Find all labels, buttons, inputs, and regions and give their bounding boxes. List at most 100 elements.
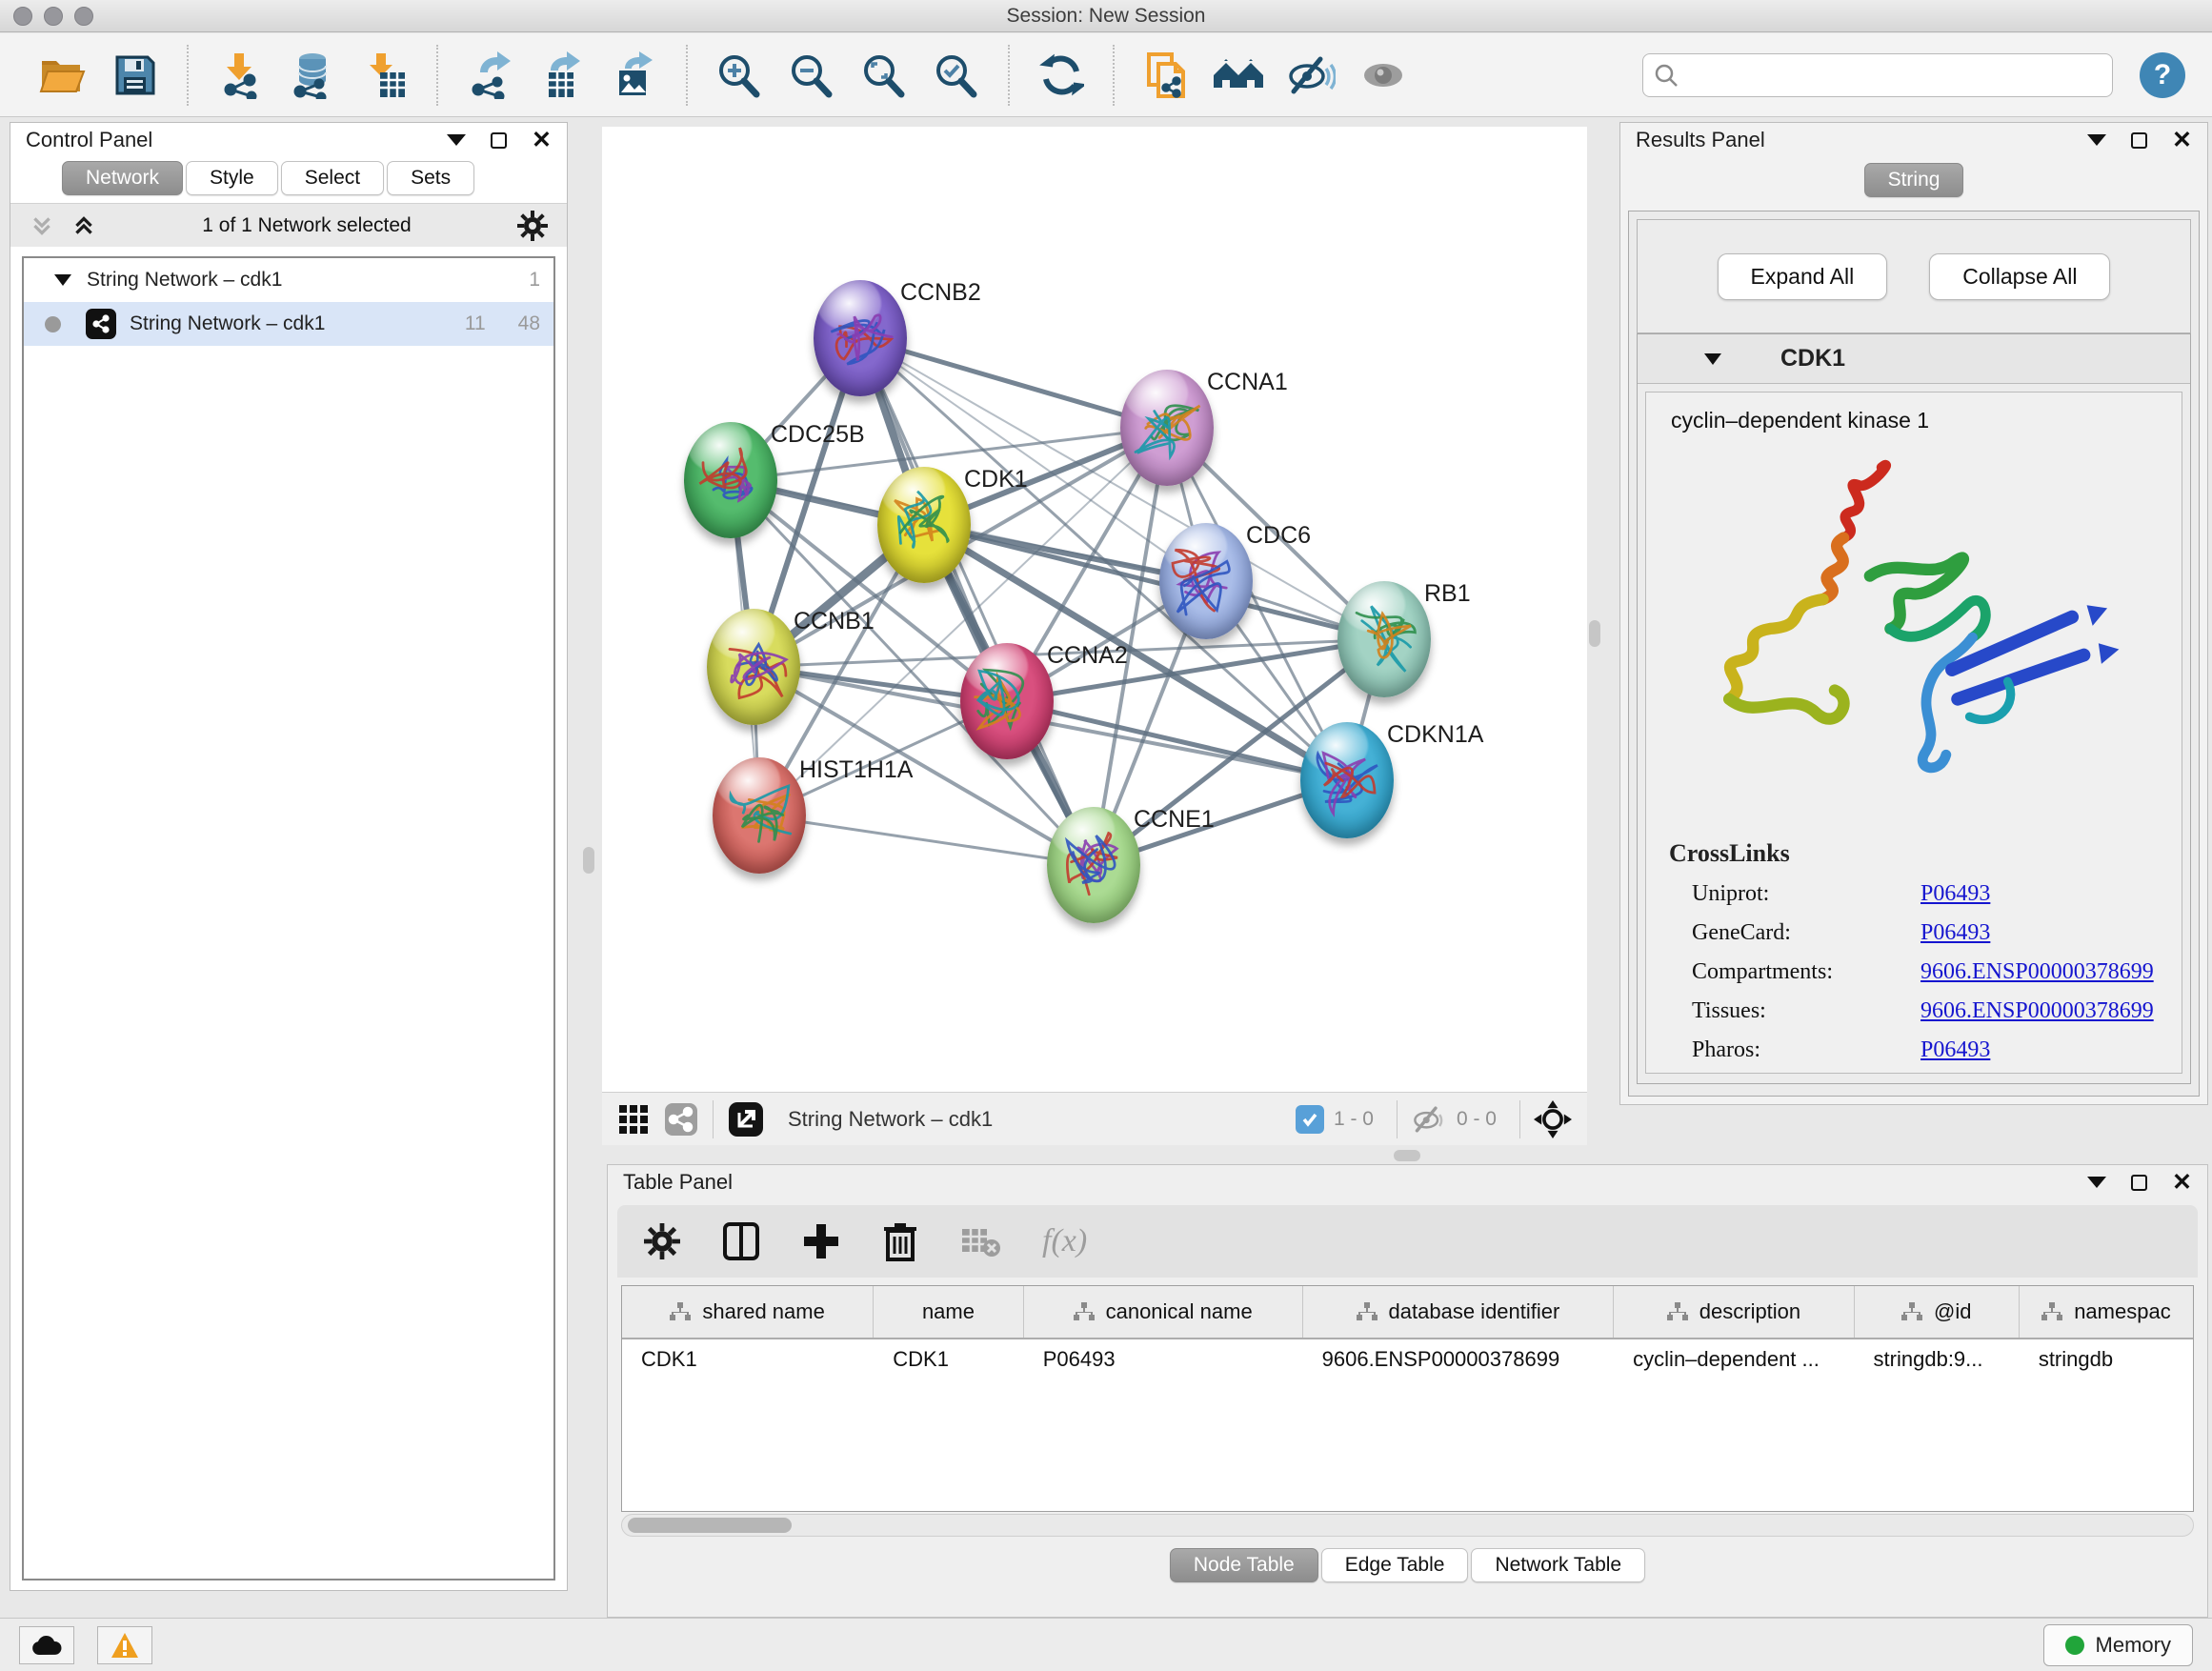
clone-network-icon[interactable] <box>1139 49 1193 102</box>
network-node-CDKN1A[interactable] <box>1300 722 1394 838</box>
function-builder-icon[interactable]: f(x) <box>1042 1223 1087 1259</box>
crosslink-link[interactable]: P06493 <box>1920 881 1990 907</box>
collapse-all-button[interactable]: Collapse All <box>1929 253 2110 300</box>
cell-canonical-name[interactable]: P06493 <box>1024 1339 1303 1381</box>
import-table-icon[interactable] <box>358 49 412 102</box>
hidden-eye-icon[interactable] <box>1411 1104 1447 1135</box>
network-node-HIST1H1A[interactable] <box>713 757 806 874</box>
column-header[interactable]: shared name <box>622 1286 874 1338</box>
show-hidden-icon[interactable] <box>1357 49 1410 102</box>
network-node-CCNA2[interactable] <box>960 643 1054 759</box>
export-table-icon[interactable] <box>535 49 589 102</box>
node-table[interactable]: shared name name canonical name database… <box>621 1285 2194 1512</box>
collapse-all-icon[interactable] <box>30 213 54 238</box>
crosslink-link[interactable]: P06493 <box>1920 1037 1990 1063</box>
zoom-selected-icon[interactable] <box>930 49 983 102</box>
tab-string[interactable]: String <box>1864 163 1964 197</box>
expand-all-button[interactable]: Expand All <box>1718 253 1888 300</box>
save-session-icon[interactable] <box>109 49 162 102</box>
float-panel-icon[interactable] <box>2131 132 2147 149</box>
network-collection-row[interactable]: String Network – cdk1 1 <box>24 258 553 302</box>
tab-edge-table[interactable]: Edge Table <box>1321 1548 1469 1582</box>
open-session-icon[interactable] <box>36 49 90 102</box>
export-image-icon[interactable] <box>608 49 661 102</box>
splitter-handle[interactable] <box>583 847 594 874</box>
help-button[interactable]: ? <box>2140 52 2185 98</box>
disclosure-triangle-icon[interactable] <box>1704 353 1721 365</box>
close-panel-icon[interactable]: ✕ <box>532 131 552 150</box>
network-node-CCNB2[interactable] <box>814 280 907 396</box>
import-network-from-database-icon[interactable] <box>286 49 339 102</box>
hide-selected-icon[interactable] <box>1284 49 1337 102</box>
tab-node-table[interactable]: Node Table <box>1170 1548 1318 1582</box>
cell-id[interactable]: stringdb:9... <box>1855 1339 2020 1381</box>
delete-table-icon[interactable] <box>960 1225 1000 1258</box>
panel-menu-icon[interactable] <box>447 134 466 146</box>
crosslink-link[interactable]: P06493 <box>1920 920 1990 946</box>
network-list-icon[interactable] <box>663 1101 699 1137</box>
column-header[interactable]: description <box>1614 1286 1854 1338</box>
fit-selected-crosshair-icon[interactable] <box>1534 1100 1572 1138</box>
table-settings-gear-icon[interactable] <box>644 1223 680 1259</box>
network-node-CDC25B[interactable] <box>684 422 777 538</box>
column-header[interactable]: @id <box>1855 1286 2020 1338</box>
column-header[interactable]: name <box>874 1286 1023 1338</box>
global-search[interactable] <box>1642 53 2113 97</box>
scrollbar-thumb[interactable] <box>628 1518 792 1533</box>
create-column-icon[interactable] <box>802 1222 840 1260</box>
cell-namespace[interactable]: stringdb <box>2020 1339 2193 1381</box>
tab-select[interactable]: Select <box>281 161 384 195</box>
gear-icon[interactable] <box>517 211 548 241</box>
disclosure-triangle-icon[interactable] <box>54 274 71 286</box>
network-node-CCNA1[interactable] <box>1120 370 1214 486</box>
table-row[interactable]: CDK1 CDK1 P06493 9606.ENSP00000378699 cy… <box>622 1339 2193 1381</box>
delete-column-icon[interactable] <box>882 1221 918 1261</box>
zoom-fit-icon[interactable] <box>857 49 911 102</box>
column-header[interactable]: canonical name <box>1024 1286 1303 1338</box>
panel-menu-icon[interactable] <box>2087 134 2106 146</box>
crosslink-link[interactable]: 9606.ENSP00000378699 <box>1920 959 2154 985</box>
network-node-CCNE1[interactable] <box>1047 807 1140 923</box>
node-result-header[interactable]: CDK1 <box>1638 334 2190 384</box>
close-panel-icon[interactable]: ✕ <box>2172 131 2192 150</box>
import-network-icon[interactable] <box>213 49 267 102</box>
tab-network-table[interactable]: Network Table <box>1471 1548 1645 1582</box>
detach-view-icon[interactable] <box>727 1100 765 1138</box>
network-node-RB1[interactable] <box>1337 581 1431 697</box>
column-header[interactable]: namespac <box>2020 1286 2193 1338</box>
expand-all-icon[interactable] <box>71 213 96 238</box>
splitter-handle[interactable] <box>1589 620 1600 647</box>
tab-sets[interactable]: Sets <box>387 161 474 195</box>
warnings-button[interactable] <box>97 1626 152 1664</box>
float-panel-icon[interactable] <box>2131 1175 2147 1191</box>
panel-menu-icon[interactable] <box>2087 1177 2106 1188</box>
cell-description[interactable]: cyclin–dependent ... <box>1614 1339 1854 1381</box>
cell-shared-name[interactable]: CDK1 <box>622 1339 874 1381</box>
network-node-CCNB1[interactable] <box>707 609 800 725</box>
tab-style[interactable]: Style <box>186 161 278 195</box>
crosslink-link[interactable]: 9606.ENSP00000378699 <box>1920 998 2154 1024</box>
network-row[interactable]: String Network – cdk1 11 48 <box>24 302 553 346</box>
search-input[interactable] <box>1679 64 2102 86</box>
zoom-in-icon[interactable] <box>713 49 766 102</box>
cell-name[interactable]: CDK1 <box>874 1339 1023 1381</box>
table-hscrollbar[interactable] <box>621 1514 2194 1537</box>
zoom-out-icon[interactable] <box>785 49 838 102</box>
network-node-CDC6[interactable] <box>1159 523 1253 639</box>
export-network-icon[interactable] <box>463 49 516 102</box>
grid-view-icon[interactable] <box>617 1103 650 1136</box>
selected-checkbox-icon[interactable] <box>1296 1105 1324 1134</box>
network-node-CDK1[interactable] <box>877 467 971 583</box>
tab-network[interactable]: Network <box>62 161 183 195</box>
float-panel-icon[interactable] <box>491 132 507 149</box>
cell-database-identifier[interactable]: 9606.ENSP00000378699 <box>1303 1339 1615 1381</box>
cloud-status-button[interactable] <box>19 1626 74 1664</box>
refresh-view-icon[interactable] <box>1035 49 1088 102</box>
show-all-nodes-icon[interactable] <box>1212 49 1265 102</box>
close-panel-icon[interactable]: ✕ <box>2172 1173 2192 1192</box>
show-columns-icon[interactable] <box>722 1221 760 1261</box>
memory-button[interactable]: Memory <box>2043 1624 2193 1666</box>
column-header[interactable]: database identifier <box>1303 1286 1615 1338</box>
splitter-handle[interactable] <box>1394 1150 1420 1161</box>
network-canvas[interactable] <box>602 127 1587 1092</box>
